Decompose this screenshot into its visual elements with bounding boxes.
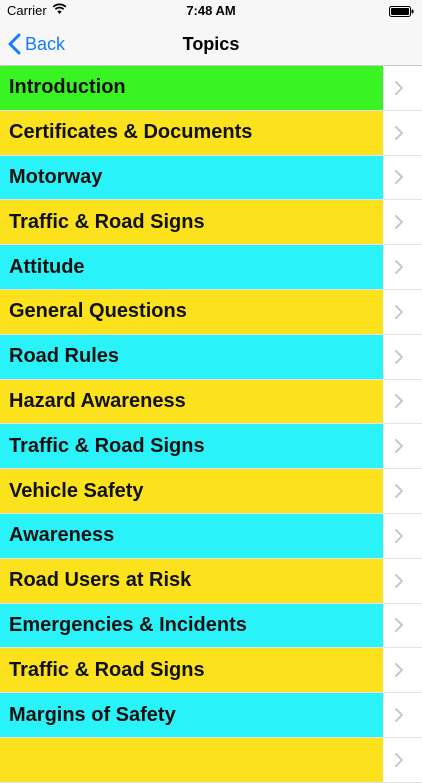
list-item[interactable]: Margins of Safety [0,693,422,738]
chevron-right-icon [395,125,403,140]
topic-label: Vehicle Safety [0,469,383,513]
topic-label: Road Users at Risk [0,558,383,603]
list-item[interactable]: Emergencies & Incidents [0,603,422,649]
chevron-right-icon [395,349,403,364]
chevron-right-icon [395,260,403,275]
list-item[interactable]: Certificates & Documents [0,110,422,156]
list-item[interactable]: Introduction [0,66,422,111]
chevron-right-icon [395,528,403,543]
chevron-right-icon [395,573,403,588]
chevron-right-icon [395,215,403,230]
topic-label: Margins of Safety [0,693,383,737]
status-time: 7:48 AM [186,3,236,18]
topic-label: Emergencies & Incidents [0,603,383,648]
list-item[interactable]: Hazard Awareness [0,379,422,425]
topic-label: Awareness [0,513,383,558]
list-item[interactable]: Road Rules [0,334,422,380]
chevron-right-icon [395,80,403,95]
list-item[interactable]: Awareness [0,513,422,559]
navigation-bar: Back Topics [0,22,422,66]
chevron-right-icon [395,304,403,319]
chevron-right-icon [395,170,403,185]
topic-list: Introduction Certificates & Documents Moto… [0,66,422,783]
chevron-right-icon [395,484,403,499]
page-title: Topics [182,34,240,54]
chevron-right-icon [395,663,403,678]
topic-label: Traffic & Road Signs [0,648,383,693]
list-item[interactable]: Traffic & Road Signs [0,424,422,470]
topic-label: Road Rules [0,334,383,379]
battery-icon [389,5,414,17]
topic-label: Attitude [0,245,383,289]
list-item[interactable]: Traffic & Road Signs [0,648,422,694]
chevron-right-icon [395,752,403,767]
topic-label: Hazard Awareness [0,379,383,424]
list-item[interactable]: Traffic & Road Signs [0,200,422,246]
list-item[interactable]: General Questions [0,289,422,335]
status-bar: Carrier 7:48 AM [0,0,422,22]
topic-label: Traffic & Road Signs [0,424,383,469]
chevron-right-icon [395,618,403,633]
topic-label: Traffic & Road Signs [0,200,383,245]
topic-label [0,737,383,782]
list-item[interactable] [0,737,422,783]
list-item[interactable]: Vehicle Safety [0,469,422,514]
chevron-right-icon [395,708,403,723]
list-item[interactable]: Motorway [0,155,422,201]
chevron-right-icon [395,394,403,409]
chevron-right-icon [395,439,403,454]
list-item[interactable]: Road Users at Risk [0,558,422,604]
topic-label: Introduction [0,66,383,110]
topic-label: Motorway [0,155,383,200]
topic-label: Certificates & Documents [0,110,383,155]
list-item[interactable]: Attitude [0,245,422,290]
topic-label: General Questions [0,289,383,334]
